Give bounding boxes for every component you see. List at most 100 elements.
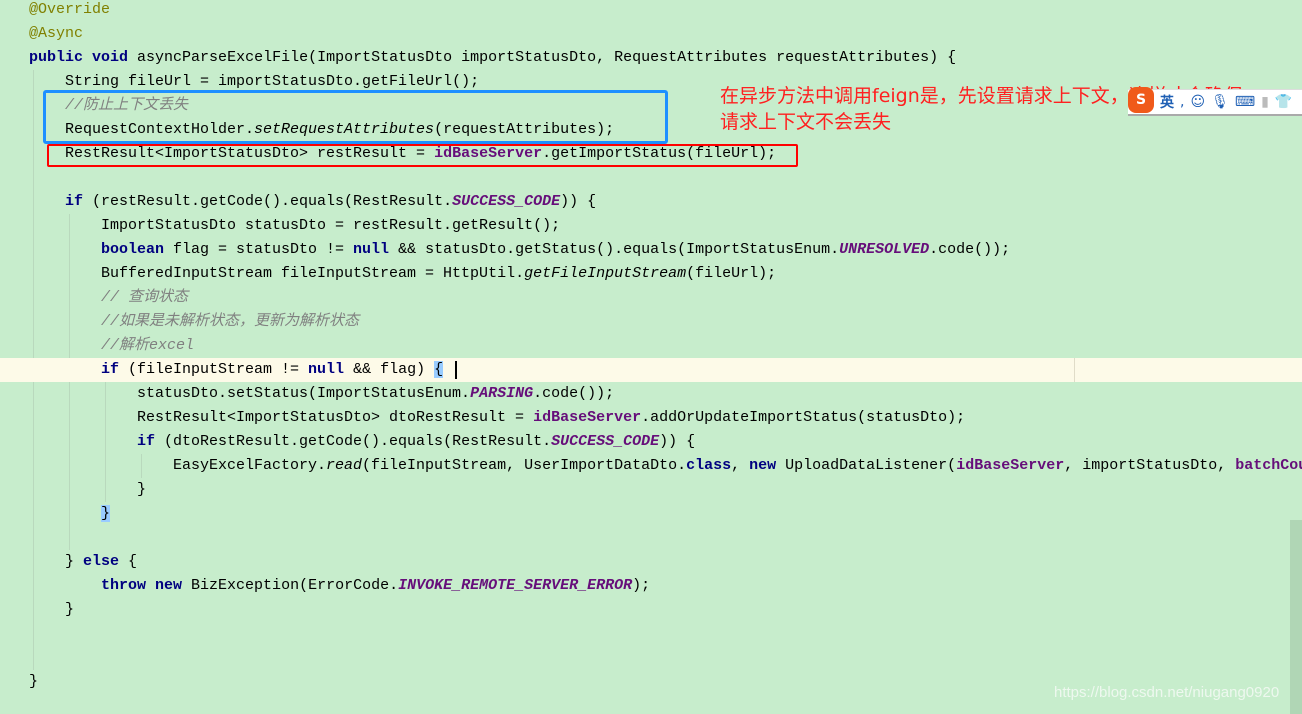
code-text: throw new BizException(ErrorCode.INVOKE_… bbox=[101, 574, 650, 598]
code-token: else bbox=[83, 553, 120, 570]
code-line[interactable] bbox=[0, 166, 1302, 190]
code-token: null bbox=[308, 361, 345, 378]
code-line[interactable]: statusDto.setStatus(ImportStatusEnum.PAR… bbox=[0, 382, 1302, 406]
code-line[interactable]: EasyExcelFactory.read(fileInputStream, U… bbox=[0, 454, 1302, 478]
code-token: { bbox=[434, 361, 444, 378]
code-token: // 查询状态 bbox=[101, 289, 189, 306]
code-token: UNRESOLVED bbox=[839, 241, 930, 258]
code-token: //如果是未解析状态，更新为解析状态 bbox=[101, 313, 360, 330]
code-line[interactable]: } bbox=[0, 598, 1302, 622]
ime-lang-toggle[interactable]: 英 bbox=[1160, 92, 1174, 112]
code-token: BufferedInputStream fileInputStream = Ht… bbox=[101, 265, 525, 282]
code-line[interactable]: if (restResult.getCode().equals(RestResu… bbox=[0, 190, 1302, 214]
code-text: boolean flag = statusDto != null && stat… bbox=[101, 238, 1010, 262]
code-text: EasyExcelFactory.read(fileInputStream, U… bbox=[173, 454, 1302, 478]
code-line[interactable]: } else { bbox=[0, 550, 1302, 574]
code-text: RestResult<ImportStatusDto> dtoRestResul… bbox=[137, 406, 965, 430]
code-token: , bbox=[731, 457, 750, 474]
code-line[interactable]: @Async bbox=[0, 22, 1302, 46]
highlight-box-red bbox=[47, 144, 798, 167]
code-token: @Override bbox=[29, 1, 111, 18]
code-line[interactable] bbox=[0, 526, 1302, 550]
scrollbar[interactable] bbox=[1290, 520, 1302, 714]
punctuation-icon[interactable]: , bbox=[1180, 94, 1184, 110]
code-line[interactable] bbox=[0, 622, 1302, 646]
highlight-box-blue bbox=[43, 90, 668, 144]
code-text: //如果是未解析状态，更新为解析状态 bbox=[101, 310, 359, 334]
code-line[interactable]: public void asyncParseExcelFile(ImportSt… bbox=[0, 46, 1302, 70]
code-line[interactable]: //如果是未解析状态，更新为解析状态 bbox=[0, 310, 1302, 334]
code-token: SUCCESS_CODE bbox=[551, 433, 660, 450]
code-token: read bbox=[326, 457, 363, 474]
code-token: if bbox=[65, 193, 84, 210]
code-text: if (restResult.getCode().equals(RestResu… bbox=[65, 190, 596, 214]
code-text: if (dtoRestResult.getCode().equals(RestR… bbox=[137, 430, 695, 454]
keyboard-icon[interactable]: ⌨ bbox=[1235, 94, 1255, 110]
code-text: //解析excel bbox=[101, 334, 194, 358]
code-token: ImportStatusDto statusDto = restResult.g… bbox=[101, 217, 561, 234]
code-line[interactable]: //解析excel bbox=[0, 334, 1302, 358]
microphone-icon[interactable]: 🎙 bbox=[1211, 94, 1229, 110]
code-token: } bbox=[65, 553, 84, 570]
code-token: String fileUrl = importStatusDto.getFile… bbox=[65, 73, 480, 90]
ime-toolbar[interactable]: S 英 , ☺ 🎙 ⌨ ▮ 👕 bbox=[1128, 87, 1302, 116]
code-text: public void asyncParseExcelFile(ImportSt… bbox=[29, 46, 956, 70]
current-code-line[interactable]: if (fileInputStream != null && flag) { bbox=[0, 358, 1302, 382]
code-text: @Override bbox=[29, 0, 110, 22]
code-line[interactable] bbox=[0, 646, 1302, 670]
code-line[interactable]: } bbox=[0, 478, 1302, 502]
code-token: throw bbox=[101, 577, 147, 594]
code-token: UploadDataListener( bbox=[776, 457, 957, 474]
code-text: statusDto.setStatus(ImportStatusEnum.PAR… bbox=[137, 382, 614, 406]
code-text: } bbox=[137, 478, 146, 502]
code-text: // 查询状态 bbox=[101, 286, 188, 310]
code-token: , importStatusDto, bbox=[1064, 457, 1236, 474]
code-token: getFileInputStream bbox=[524, 265, 687, 282]
code-token: } bbox=[137, 481, 147, 498]
code-token: batchCou bbox=[1235, 457, 1302, 474]
code-token: //解析excel bbox=[101, 337, 195, 354]
code-token: ); bbox=[632, 577, 651, 594]
code-token: idBaseServer bbox=[533, 409, 642, 426]
code-token: .addOrUpdateImportStatus(statusDto); bbox=[641, 409, 966, 426]
code-token: } bbox=[101, 505, 111, 522]
sogou-logo-icon[interactable]: S bbox=[1128, 87, 1154, 113]
skin-icon[interactable]: 👕 bbox=[1275, 94, 1292, 110]
code-token: INVOKE_REMOTE_SERVER_ERROR bbox=[398, 577, 633, 594]
code-token: flag = statusDto != bbox=[164, 241, 354, 258]
code-token: && statusDto.getStatus().equals(ImportSt… bbox=[389, 241, 840, 258]
code-token: if bbox=[137, 433, 156, 450]
code-token: null bbox=[353, 241, 390, 258]
code-token: { bbox=[119, 553, 138, 570]
code-token: new bbox=[749, 457, 777, 474]
code-token: .code()); bbox=[929, 241, 1011, 258]
code-line[interactable]: } bbox=[0, 502, 1302, 526]
code-token: )) { bbox=[659, 433, 696, 450]
code-line[interactable]: if (dtoRestResult.getCode().equals(RestR… bbox=[0, 430, 1302, 454]
code-text: BufferedInputStream fileInputStream = Ht… bbox=[101, 262, 776, 286]
code-line[interactable]: boolean flag = statusDto != null && stat… bbox=[0, 238, 1302, 262]
code-token: if bbox=[101, 361, 120, 378]
code-text: } bbox=[65, 598, 74, 622]
code-token: idBaseServer bbox=[956, 457, 1065, 474]
code-token: asyncParseExcelFile(ImportStatusDto impo… bbox=[128, 49, 957, 66]
code-text: } bbox=[101, 502, 111, 526]
code-line[interactable]: @Override bbox=[0, 0, 1302, 22]
code-line[interactable]: ImportStatusDto statusDto = restResult.g… bbox=[0, 214, 1302, 238]
emoji-icon[interactable]: ☺ bbox=[1190, 94, 1205, 110]
watermark: https://blog.csdn.net/niugang0920 bbox=[1054, 684, 1280, 701]
code-line[interactable]: BufferedInputStream fileInputStream = Ht… bbox=[0, 262, 1302, 286]
code-token: } bbox=[29, 673, 39, 690]
code-token: @Async bbox=[29, 25, 84, 42]
code-line[interactable]: throw new BizException(ErrorCode.INVOKE_… bbox=[0, 574, 1302, 598]
code-token: .code()); bbox=[533, 385, 615, 402]
code-line[interactable]: // 查询状态 bbox=[0, 286, 1302, 310]
code-token: public bbox=[29, 49, 84, 66]
toolbox-icon[interactable]: ▮ bbox=[1261, 94, 1269, 110]
code-token: boolean bbox=[101, 241, 165, 258]
code-text: ImportStatusDto statusDto = restResult.g… bbox=[101, 214, 560, 238]
code-line[interactable]: RestResult<ImportStatusDto> dtoRestResul… bbox=[0, 406, 1302, 430]
code-token: (restResult.getCode().equals(RestResult. bbox=[83, 193, 453, 210]
